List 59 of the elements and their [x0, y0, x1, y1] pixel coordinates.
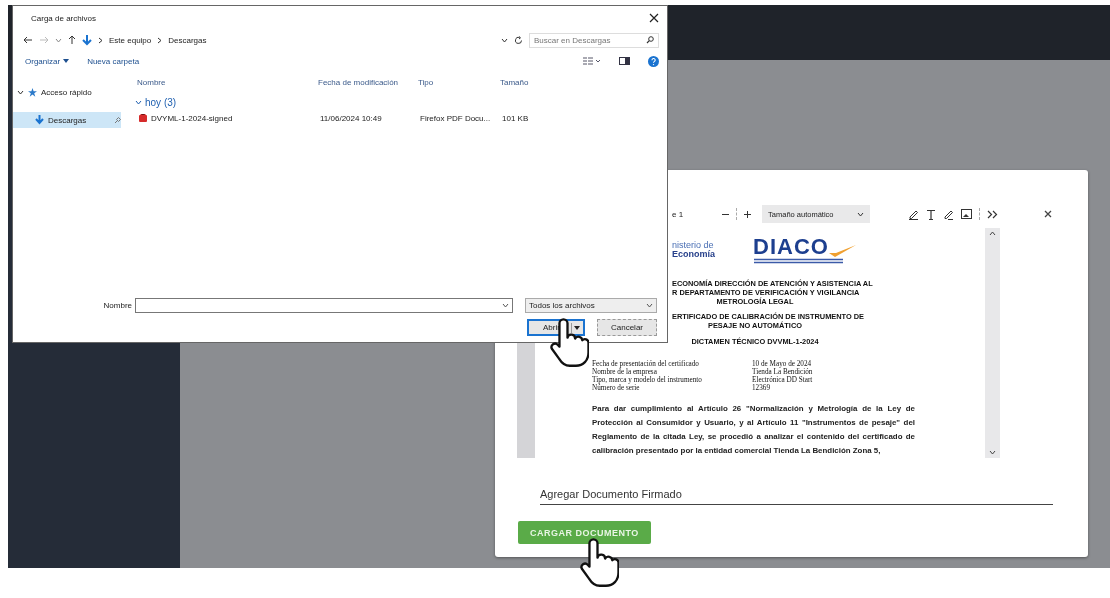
double-chevron-icon[interactable] [987, 209, 998, 219]
download-arrow-icon [82, 34, 92, 46]
pdf-file-icon [139, 114, 147, 122]
caret-down-icon [571, 322, 580, 333]
breadcrumb-item[interactable]: Descargas [168, 35, 207, 45]
column-header[interactable]: Nombre [137, 77, 318, 87]
close-icon[interactable] [649, 13, 659, 23]
file-name[interactable]: DVYML-1-2024-signed [151, 113, 233, 123]
breadcrumb-item[interactable]: Este equipo [109, 35, 152, 45]
preview-pane-icon[interactable] [619, 57, 630, 65]
group-header[interactable]: hoy (3) [133, 94, 667, 110]
brand-logo-text: DIACO [753, 235, 829, 258]
upload-label: Agregar Documento Firmado [540, 488, 1053, 505]
refresh-icon[interactable] [514, 35, 523, 45]
field-label: Nombre [103, 301, 132, 310]
image-icon[interactable] [961, 209, 972, 219]
chevron-down-icon[interactable] [501, 37, 508, 43]
cancel-button[interactable]: Cancelar [597, 319, 657, 336]
chevron-down-icon[interactable] [135, 99, 142, 105]
download-arrow-icon [35, 115, 44, 125]
pin-icon[interactable] [114, 116, 121, 124]
highlight-pen-icon[interactable] [908, 208, 919, 220]
file-cell-text: 11/06/2024 10:49 [320, 113, 383, 123]
column-header[interactable]: Fecha de modificación [318, 77, 418, 87]
sidebar-item[interactable]: Descargas [13, 112, 121, 128]
dialog-title: Carga de archivos [31, 13, 96, 23]
chevron-down-icon [646, 303, 653, 308]
column-header[interactable]: Tamaño [500, 77, 560, 87]
chevron-right-icon [98, 36, 103, 44]
page-number: e 1 [672, 209, 684, 219]
search-placeholder: Buscar en Descargas [534, 35, 611, 45]
file-cell-text: Firefox PDF Docu... [420, 113, 492, 123]
chevron-down-icon [857, 211, 865, 217]
ministry-logo-text: nisterio de [672, 240, 715, 250]
up-arrow-icon[interactable] [68, 35, 76, 45]
chevron-right-icon [157, 36, 163, 44]
column-header[interactable]: Tipo [418, 77, 500, 87]
zoom-in-icon[interactable] [743, 209, 753, 219]
scroll-up-icon[interactable] [989, 231, 996, 236]
back-arrow-icon[interactable] [23, 36, 33, 44]
pencil-icon[interactable] [943, 208, 954, 220]
toolbar-button[interactable]: Nueva carpeta [87, 56, 140, 66]
view-options-icon[interactable] [583, 57, 601, 65]
file-type-dropdown[interactable]: Todos los archivos [525, 298, 657, 313]
scroll-down-icon[interactable] [989, 450, 996, 455]
ministry-logo-text: Economía [672, 249, 715, 259]
chevron-down-icon[interactable] [17, 89, 24, 95]
chevron-down-icon[interactable] [502, 303, 509, 308]
help-icon[interactable] [648, 55, 659, 67]
search-field[interactable]: Buscar en Descargas [529, 32, 659, 48]
text-tool-icon[interactable] [926, 208, 936, 220]
search-icon[interactable] [646, 36, 654, 44]
file-name-field[interactable] [135, 298, 513, 313]
file-cell-text: 101 KB [502, 113, 530, 123]
close-icon[interactable] [1044, 210, 1052, 218]
scrollbar[interactable] [985, 228, 1000, 458]
star-icon [28, 87, 37, 97]
toolbar-button[interactable]: Organizar [25, 56, 70, 66]
sidebar-item[interactable]: Acceso rápido [13, 84, 121, 100]
